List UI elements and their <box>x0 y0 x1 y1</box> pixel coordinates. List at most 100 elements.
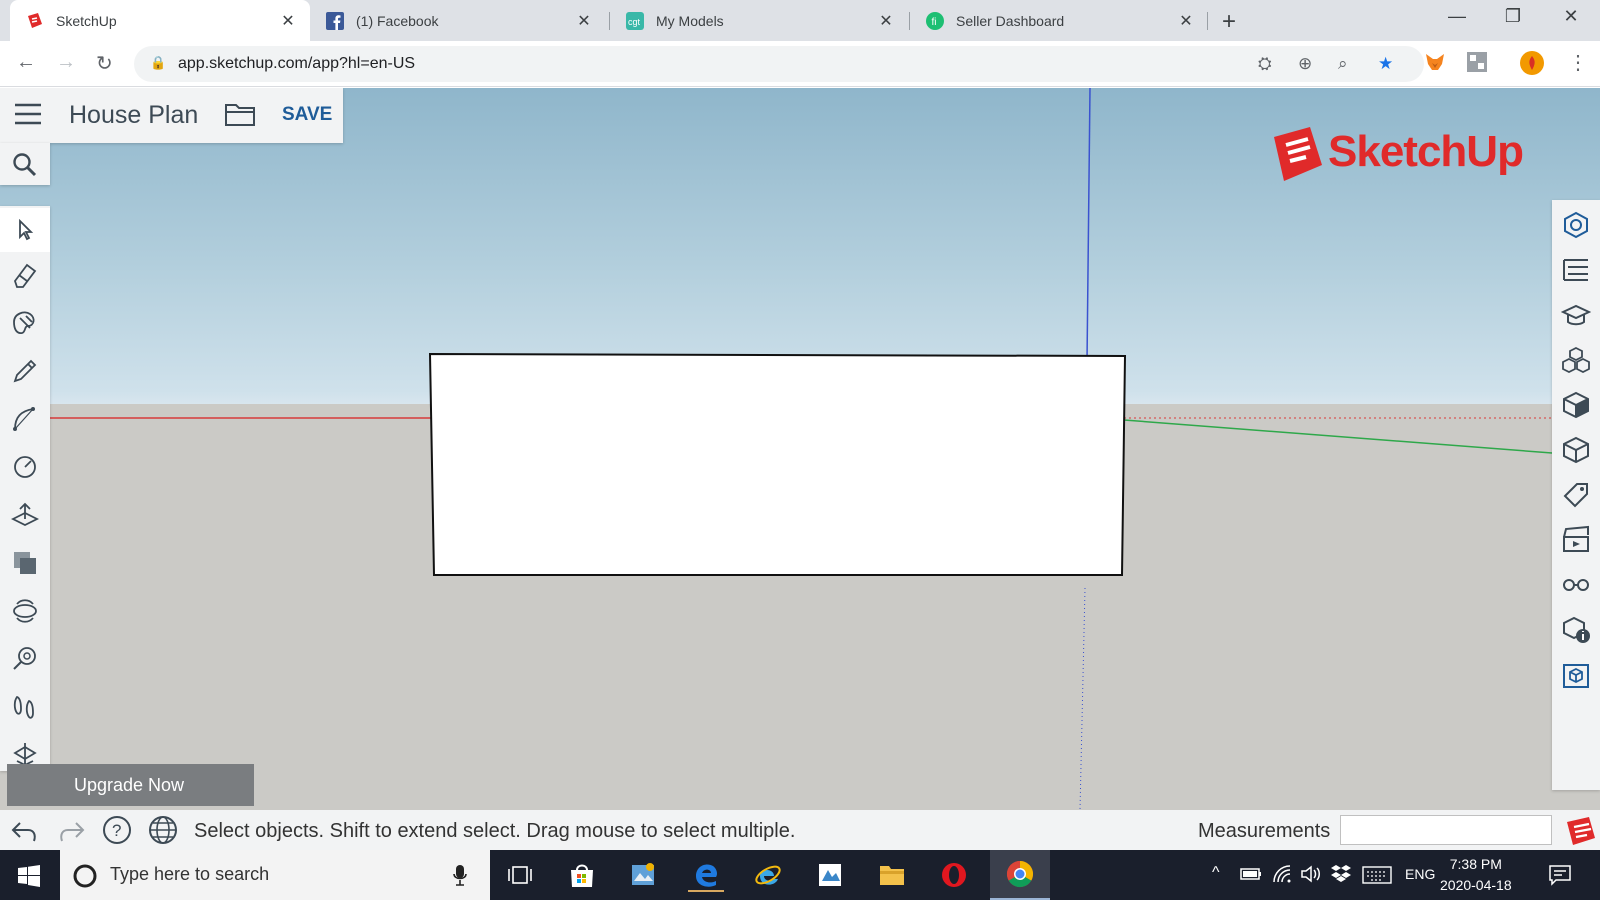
back-button[interactable]: ← <box>16 51 36 74</box>
search-icon <box>13 153 37 177</box>
paint-tool[interactable] <box>8 306 42 340</box>
battery-icon[interactable] <box>1240 867 1262 881</box>
browser-menu-icon[interactable]: ⋮ <box>1568 50 1588 75</box>
instructor-icon[interactable] <box>1561 300 1591 330</box>
rectangle-face[interactable] <box>428 352 1127 576</box>
reload-button[interactable]: ↻ <box>96 51 113 76</box>
chrome-browser-icon[interactable] <box>990 850 1050 900</box>
arc-icon <box>13 407 35 431</box>
file-explorer-icon[interactable] <box>874 858 910 892</box>
install-app-icon[interactable]: ⊕ <box>1298 54 1312 74</box>
lock-icon[interactable]: 🔒 <box>150 55 166 71</box>
outliner-icon[interactable] <box>1561 255 1591 285</box>
bookmark-star-icon[interactable]: ★ <box>1378 54 1393 74</box>
model-name[interactable]: House Plan <box>69 101 198 130</box>
display-glasses-icon[interactable] <box>1561 570 1591 600</box>
status-bar: ? Select objects. Shift to extend select… <box>0 810 1600 850</box>
3d-viewport[interactable]: House Plan SAVE SketchUp Upgrade Now <box>0 88 1600 810</box>
language-indicator[interactable]: ENG <box>1405 866 1435 882</box>
wifi-icon[interactable] <box>1272 864 1292 884</box>
save-button[interactable]: SAVE <box>282 104 332 126</box>
redo-icon[interactable] <box>56 817 86 845</box>
orbit-tool[interactable] <box>8 594 42 628</box>
browser-tab-strip: SketchUp ✕ (1) Facebook ✕ cgt My Models … <box>0 0 1600 41</box>
opera-browser-icon[interactable] <box>936 858 972 892</box>
task-view-icon[interactable] <box>502 858 538 892</box>
file-manager-app-icon[interactable] <box>812 858 848 892</box>
arc-tool[interactable] <box>8 402 42 436</box>
cgtrader-favicon-icon: cgt <box>626 11 644 30</box>
entity-info-icon[interactable] <box>1561 210 1591 240</box>
action-center-icon[interactable] <box>1548 864 1572 886</box>
dropbox-icon[interactable] <box>1330 864 1352 884</box>
browser-toolbar: ← → ↻ 🔒 app.sketchup.com/app?hl=en-US ⛭ … <box>0 41 1600 87</box>
photos-app-icon[interactable] <box>626 858 662 892</box>
model-canvas[interactable] <box>0 88 1600 810</box>
close-tab-icon[interactable]: ✕ <box>574 11 594 31</box>
clock-time: 7:38 PM <box>1449 856 1502 872</box>
circle-tool[interactable] <box>8 450 42 484</box>
taskbar-search-box[interactable]: Type here to search <box>60 850 490 900</box>
new-tab-button[interactable]: + <box>1222 8 1236 36</box>
materials-icon[interactable] <box>1561 390 1591 420</box>
blue-axis <box>1086 88 1091 363</box>
microsoft-store-icon[interactable] <box>564 858 600 892</box>
taskbar-clock[interactable]: 7:38 PM 2020-04-18 <box>1440 854 1512 896</box>
offset-tool[interactable] <box>8 546 42 580</box>
internet-explorer-icon[interactable] <box>750 858 786 892</box>
upgrade-now-button[interactable]: Upgrade Now <box>7 764 254 806</box>
tape-measure-tool[interactable] <box>8 642 42 676</box>
undo-icon[interactable] <box>10 817 40 845</box>
metamask-extension-icon[interactable] <box>1424 51 1446 73</box>
keyboard-icon[interactable] <box>1362 866 1392 884</box>
tab-my-models[interactable]: cgt My Models ✕ <box>610 0 908 41</box>
show-hidden-icons-icon[interactable]: ^ <box>1212 864 1220 882</box>
user-avatar-icon[interactable] <box>1520 51 1544 75</box>
hamburger-menu-icon[interactable] <box>14 102 42 131</box>
line-tool[interactable] <box>8 354 42 388</box>
address-bar[interactable]: 🔒 app.sketchup.com/app?hl=en-US ⛭ ⊕ ⌕ ★ <box>134 46 1424 82</box>
microphone-icon[interactable] <box>452 864 468 886</box>
close-tab-icon[interactable]: ✕ <box>278 11 298 31</box>
window-close-button[interactable]: ✕ <box>1556 6 1586 27</box>
push-pull-tool[interactable] <box>8 498 42 532</box>
tab-facebook[interactable]: (1) Facebook ✕ <box>310 0 606 41</box>
svg-text:?: ? <box>112 821 121 840</box>
search-button[interactable] <box>0 143 50 185</box>
svg-text:cgt: cgt <box>628 17 641 27</box>
select-tool[interactable] <box>0 208 50 252</box>
close-tab-icon[interactable]: ✕ <box>1176 11 1196 31</box>
volume-icon[interactable] <box>1300 865 1322 883</box>
windows-start-icon[interactable] <box>18 865 40 887</box>
circle-icon <box>14 456 36 478</box>
model-info-icon[interactable] <box>1561 615 1591 645</box>
eraser-icon <box>13 263 37 288</box>
tags-icon[interactable] <box>1561 480 1591 510</box>
sketchup-status-logo-icon[interactable] <box>1565 816 1597 846</box>
close-tab-icon[interactable]: ✕ <box>876 11 896 31</box>
eraser-tool[interactable] <box>8 258 42 292</box>
right-panel-toolbar <box>1552 200 1600 790</box>
measurements-input[interactable] <box>1340 815 1552 845</box>
profile-extension-icon[interactable] <box>1466 51 1488 73</box>
zoom-icon[interactable]: ⌕ <box>1338 54 1348 74</box>
walk-tool[interactable] <box>8 690 42 724</box>
tab-title: SketchUp <box>56 12 117 29</box>
globe-language-icon[interactable] <box>148 815 178 845</box>
forward-button[interactable]: → <box>56 51 76 74</box>
styles-icon[interactable] <box>1561 435 1591 465</box>
edge-browser-icon[interactable] <box>688 858 724 892</box>
components-icon[interactable] <box>1561 345 1591 375</box>
tab-sketchup[interactable]: SketchUp ✕ <box>10 0 310 41</box>
left-toolbar <box>0 206 50 771</box>
help-icon[interactable]: ? <box>102 815 132 845</box>
scenes-icon[interactable] <box>1561 525 1591 555</box>
blue-axis-negative <box>1079 587 1086 810</box>
blocked-extension-icon[interactable]: ⛭ <box>1258 54 1272 74</box>
3d-warehouse-icon[interactable] <box>1561 660 1591 690</box>
folder-icon[interactable] <box>224 101 256 132</box>
restore-button[interactable]: ❐ <box>1498 6 1528 27</box>
minimize-button[interactable]: — <box>1442 6 1472 27</box>
sketchup-logo-text: SketchUp <box>1328 127 1524 176</box>
tab-seller-dashboard[interactable]: fi Seller Dashboard ✕ <box>910 0 1208 41</box>
